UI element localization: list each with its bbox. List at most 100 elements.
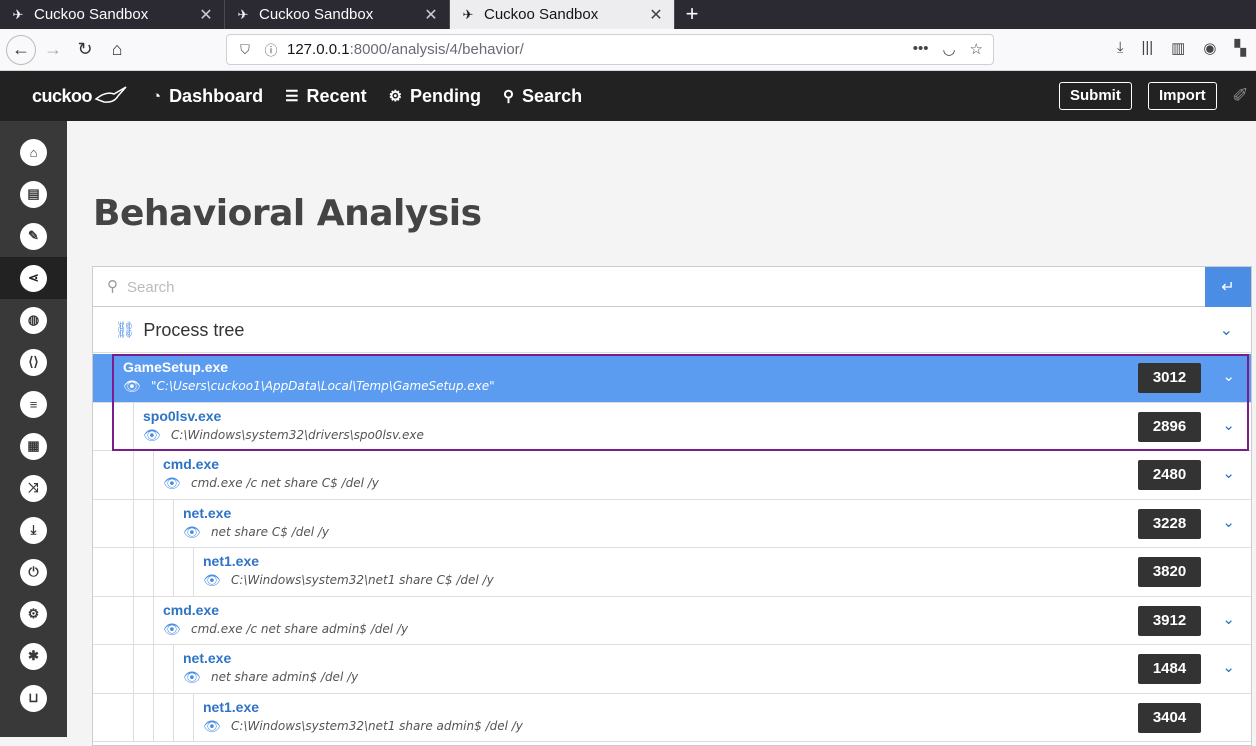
sidebar-item[interactable]: ≡ bbox=[0, 383, 67, 425]
pid-badge: 2480 bbox=[1138, 460, 1201, 490]
eye-icon[interactable]: 👁 bbox=[143, 427, 161, 444]
process-name[interactable]: cmd.exe bbox=[163, 602, 219, 618]
chevron-down-icon[interactable]: ⌄ bbox=[1222, 416, 1235, 434]
eye-icon[interactable]: 👁 bbox=[123, 378, 141, 395]
extensions-icon[interactable]: ▚ bbox=[1234, 39, 1246, 57]
eye-icon[interactable]: 👁 bbox=[203, 718, 221, 735]
chevron-down-icon[interactable]: ⌄ bbox=[1222, 658, 1235, 676]
process-row[interactable]: cmd.exe 👁 cmd.exe /c net share admin$ /del… bbox=[93, 596, 1251, 645]
sidebar-item[interactable]: ▦ bbox=[0, 425, 67, 467]
browser-tab[interactable]: ✈ Cuckoo Sandbox ✕ bbox=[0, 0, 225, 29]
indent-guide bbox=[193, 693, 194, 741]
brush-icon[interactable]: ✐ bbox=[1232, 83, 1249, 108]
pid-badge: 3820 bbox=[1138, 557, 1201, 587]
chevron-down-icon[interactable]: ⌄ bbox=[1222, 610, 1235, 628]
nav-pending[interactable]: ⚙ Pending bbox=[389, 86, 481, 107]
url-bar[interactable]: ⛉ ⓘ 127.0.0.1:8000/analysis/4/behavior/ … bbox=[226, 34, 994, 65]
process-row[interactable]: cmd.exe 👁 cmd.exe /c net share C$ /del /y 2… bbox=[93, 451, 1251, 500]
indent-guide bbox=[133, 596, 134, 644]
cuckoo-logo[interactable]: cuckoo bbox=[0, 71, 140, 121]
sidebar-item[interactable]: ▤ bbox=[0, 173, 67, 215]
main-content: Behavioral Analysis ⚲ ↵ ⛓ Process tree ⌄… bbox=[67, 121, 1256, 746]
sidebar-item[interactable]: ⤨ bbox=[0, 467, 67, 509]
close-tab-icon[interactable]: ✕ bbox=[423, 5, 439, 25]
tab-title: Cuckoo Sandbox bbox=[259, 6, 374, 23]
browser-tab-active[interactable]: ✈ Cuckoo Sandbox ✕ bbox=[450, 0, 675, 29]
list-icon: ☰ bbox=[285, 88, 299, 105]
back-arrow-icon[interactable]: ← bbox=[6, 34, 36, 65]
book-icon: ▤ bbox=[20, 180, 47, 208]
pocket-icon[interactable]: ◡ bbox=[942, 40, 955, 58]
process-name[interactable]: net.exe bbox=[183, 650, 231, 666]
eye-icon[interactable]: 👁 bbox=[183, 669, 201, 686]
eye-icon[interactable]: 👁 bbox=[183, 524, 201, 541]
nav-search[interactable]: ⚲ Search bbox=[503, 86, 582, 107]
import-button[interactable]: Import bbox=[1148, 82, 1217, 110]
forward-arrow-icon[interactable]: → bbox=[38, 35, 68, 65]
eye-icon[interactable]: 👁 bbox=[163, 621, 181, 638]
downloads-icon[interactable]: ⤓ bbox=[1117, 39, 1124, 57]
new-tab-icon[interactable]: + bbox=[675, 0, 709, 29]
eye-icon[interactable]: 👁 bbox=[163, 475, 181, 492]
page-actions-icon[interactable]: ••• bbox=[913, 40, 929, 58]
process-command-line: net share admin$ /del /y bbox=[211, 670, 359, 684]
sidebar-item[interactable]: ⌂ bbox=[0, 131, 67, 173]
sidebar-item[interactable]: ✱ bbox=[0, 635, 67, 677]
chevron-down-icon[interactable]: ⌄ bbox=[1222, 464, 1235, 482]
process-name[interactable]: net.exe bbox=[183, 505, 231, 521]
process-name[interactable]: GameSetup.exe bbox=[123, 359, 228, 375]
process-row[interactable]: spo0lsv.exe 👁 C:\Windows\system32\drivers\… bbox=[93, 402, 1251, 451]
reload-icon[interactable]: ↻ bbox=[70, 35, 100, 65]
library-icon[interactable]: ||| bbox=[1141, 39, 1153, 57]
process-row[interactable]: GameSetup.exe 👁 "C:\Users\cuckoo1\AppData\… bbox=[93, 354, 1251, 403]
search-submit-button[interactable]: ↵ bbox=[1205, 267, 1251, 307]
eye-icon[interactable]: 👁 bbox=[203, 572, 221, 589]
sidebar-item[interactable]: ⋖ bbox=[0, 257, 67, 299]
sidebar-item[interactable]: ⚙ bbox=[0, 593, 67, 635]
home-page-icon[interactable]: ⌂ bbox=[102, 35, 132, 65]
process-name[interactable]: cmd.exe bbox=[163, 456, 219, 472]
process-tree-header[interactable]: ⛓ Process tree ⌄ bbox=[93, 308, 1251, 353]
pid-badge: 1484 bbox=[1138, 654, 1201, 684]
nav-dashboard[interactable]: ◔ Dashboard bbox=[152, 86, 263, 107]
browser-tab[interactable]: ✈ Cuckoo Sandbox ✕ bbox=[225, 0, 450, 29]
shield-icon[interactable]: ⛉ bbox=[235, 42, 255, 58]
process-row[interactable]: net.exe 👁 net share admin$ /del /y 1484 ⌄ bbox=[93, 645, 1251, 694]
sidebar-item[interactable]: ⤓ bbox=[0, 509, 67, 551]
account-icon[interactable]: ◉ bbox=[1203, 39, 1216, 57]
sidebar-item[interactable]: ◍ bbox=[0, 299, 67, 341]
chevron-down-icon[interactable]: ⌄ bbox=[1222, 367, 1235, 385]
process-row[interactable]: net1.exe 👁 C:\Windows\system32\net1 share … bbox=[93, 693, 1251, 742]
chevron-down-icon[interactable]: ⌄ bbox=[1220, 320, 1233, 340]
process-tree-list: GameSetup.exe 👁 "C:\Users\cuckoo1\AppData\… bbox=[93, 354, 1251, 742]
indent-guide bbox=[153, 548, 154, 596]
sidebar-toggle-icon[interactable]: ▥ bbox=[1171, 39, 1185, 57]
close-tab-icon[interactable]: ✕ bbox=[198, 5, 214, 25]
tab-title: Cuckoo Sandbox bbox=[34, 6, 149, 23]
info-icon[interactable]: ⓘ bbox=[261, 40, 281, 59]
sidebar-item[interactable]: ✎ bbox=[0, 215, 67, 257]
submit-button[interactable]: Submit bbox=[1059, 82, 1132, 110]
search-input[interactable] bbox=[127, 275, 1197, 299]
bookmark-star-icon[interactable]: ☆ bbox=[970, 40, 983, 58]
nav-recent[interactable]: ☰ Recent bbox=[285, 86, 366, 107]
sidebar-item[interactable]: ⏻ bbox=[0, 551, 67, 593]
chevron-down-icon[interactable]: ⌄ bbox=[1222, 513, 1235, 531]
cuckoo-favicon-icon: ✈ bbox=[12, 6, 24, 22]
process-name[interactable]: spo0lsv.exe bbox=[143, 408, 221, 424]
qrcode-icon: ▦ bbox=[20, 432, 47, 460]
indent-guide bbox=[133, 451, 134, 499]
process-row[interactable]: net1.exe 👁 C:\Windows\system32\net1 share … bbox=[93, 548, 1251, 597]
sidebar-item[interactable]: ⊔ bbox=[0, 677, 67, 719]
indent-guide bbox=[173, 645, 174, 693]
process-command-line: cmd.exe /c net share admin$ /del /y bbox=[191, 621, 409, 636]
process-row[interactable]: net.exe 👁 net share C$ /del /y 3228 ⌄ bbox=[93, 499, 1251, 548]
sidebar-item[interactable]: ⟨⟩ bbox=[0, 341, 67, 383]
bug-icon: ✱ bbox=[20, 642, 47, 670]
process-name[interactable]: net1.exe bbox=[203, 699, 259, 715]
process-name[interactable]: net1.exe bbox=[203, 553, 259, 569]
enter-icon: ↵ bbox=[1221, 279, 1235, 296]
search-icon: ⚲ bbox=[107, 278, 118, 295]
indent-guide bbox=[173, 693, 174, 741]
close-tab-icon[interactable]: ✕ bbox=[648, 5, 664, 25]
